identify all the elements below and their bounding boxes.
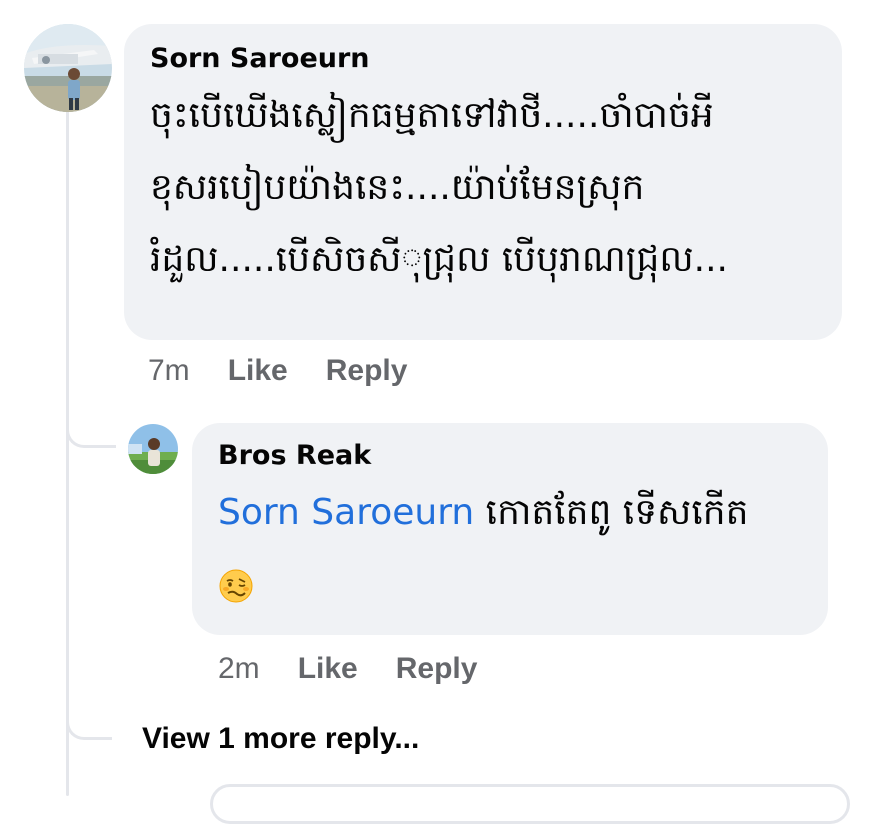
reply-text-line: Sorn Saroeurn កោតតែពូ ទើសកើត xyxy=(218,477,802,549)
reply-like-button[interactable]: Like xyxy=(298,652,358,686)
comment-timestamp[interactable]: 7m xyxy=(148,354,190,388)
comment-like-button[interactable]: Like xyxy=(228,354,288,388)
reply-text: Sorn Saroeurn កោតតែពូ ទើសកើត xyxy=(218,477,802,621)
reply-bubble: Bros Reak Sorn Saroeurn កោតតែពូ ទើសកើត xyxy=(192,423,828,635)
comment-bubble: Sorn Saroeurn ចុះបើឃើងស្លៀកធម្មតាទៅវាថី.… xyxy=(124,24,842,340)
comment-text-line: រំដួល.....បើសិចសីុជ្រុល បើបុរាណជ្រុល... xyxy=(150,239,728,280)
reply-emoji-line xyxy=(218,549,802,621)
woozy-face-emoji-icon xyxy=(219,569,253,603)
reply-message: កោតតែពូ ទើសកើត xyxy=(474,492,749,533)
thread-line xyxy=(66,108,69,796)
mention-link[interactable]: Sorn Saroeurn xyxy=(218,492,474,533)
reply-branch-line xyxy=(66,418,116,448)
airport-photo-avatar-icon xyxy=(24,24,112,112)
field-photo-avatar-icon xyxy=(128,424,178,474)
comment-avatar[interactable] xyxy=(24,24,112,112)
comment-text: ចុះបើឃើងស្លៀកធម្មតាទៅវាថី.....ចាំបាច់អី … xyxy=(150,80,816,296)
comment-text-line: ចុះបើឃើងស្លៀកធម្មតាទៅវាថី.....ចាំបាច់អី xyxy=(150,95,714,136)
comment-text-line: ខុសរបៀបយ៉ាងនេះ....យ៉ាប់មែនស្រុក xyxy=(150,167,645,208)
reply-avatar[interactable] xyxy=(128,424,178,474)
reply-reply-button[interactable]: Reply xyxy=(396,652,478,686)
reply-actions: 2m Like Reply xyxy=(218,652,477,686)
comment-actions: 7m Like Reply xyxy=(148,354,407,388)
comment-author-name[interactable]: Sorn Saroeurn xyxy=(150,42,816,76)
reply-timestamp[interactable]: 2m xyxy=(218,652,260,686)
reply-author-name[interactable]: Bros Reak xyxy=(218,439,802,473)
comment-reply-button[interactable]: Reply xyxy=(326,354,408,388)
more-replies-branch-line xyxy=(66,710,112,740)
next-reply-input-edge[interactable] xyxy=(210,784,850,824)
view-more-replies-link[interactable]: View 1 more reply... xyxy=(142,722,419,756)
